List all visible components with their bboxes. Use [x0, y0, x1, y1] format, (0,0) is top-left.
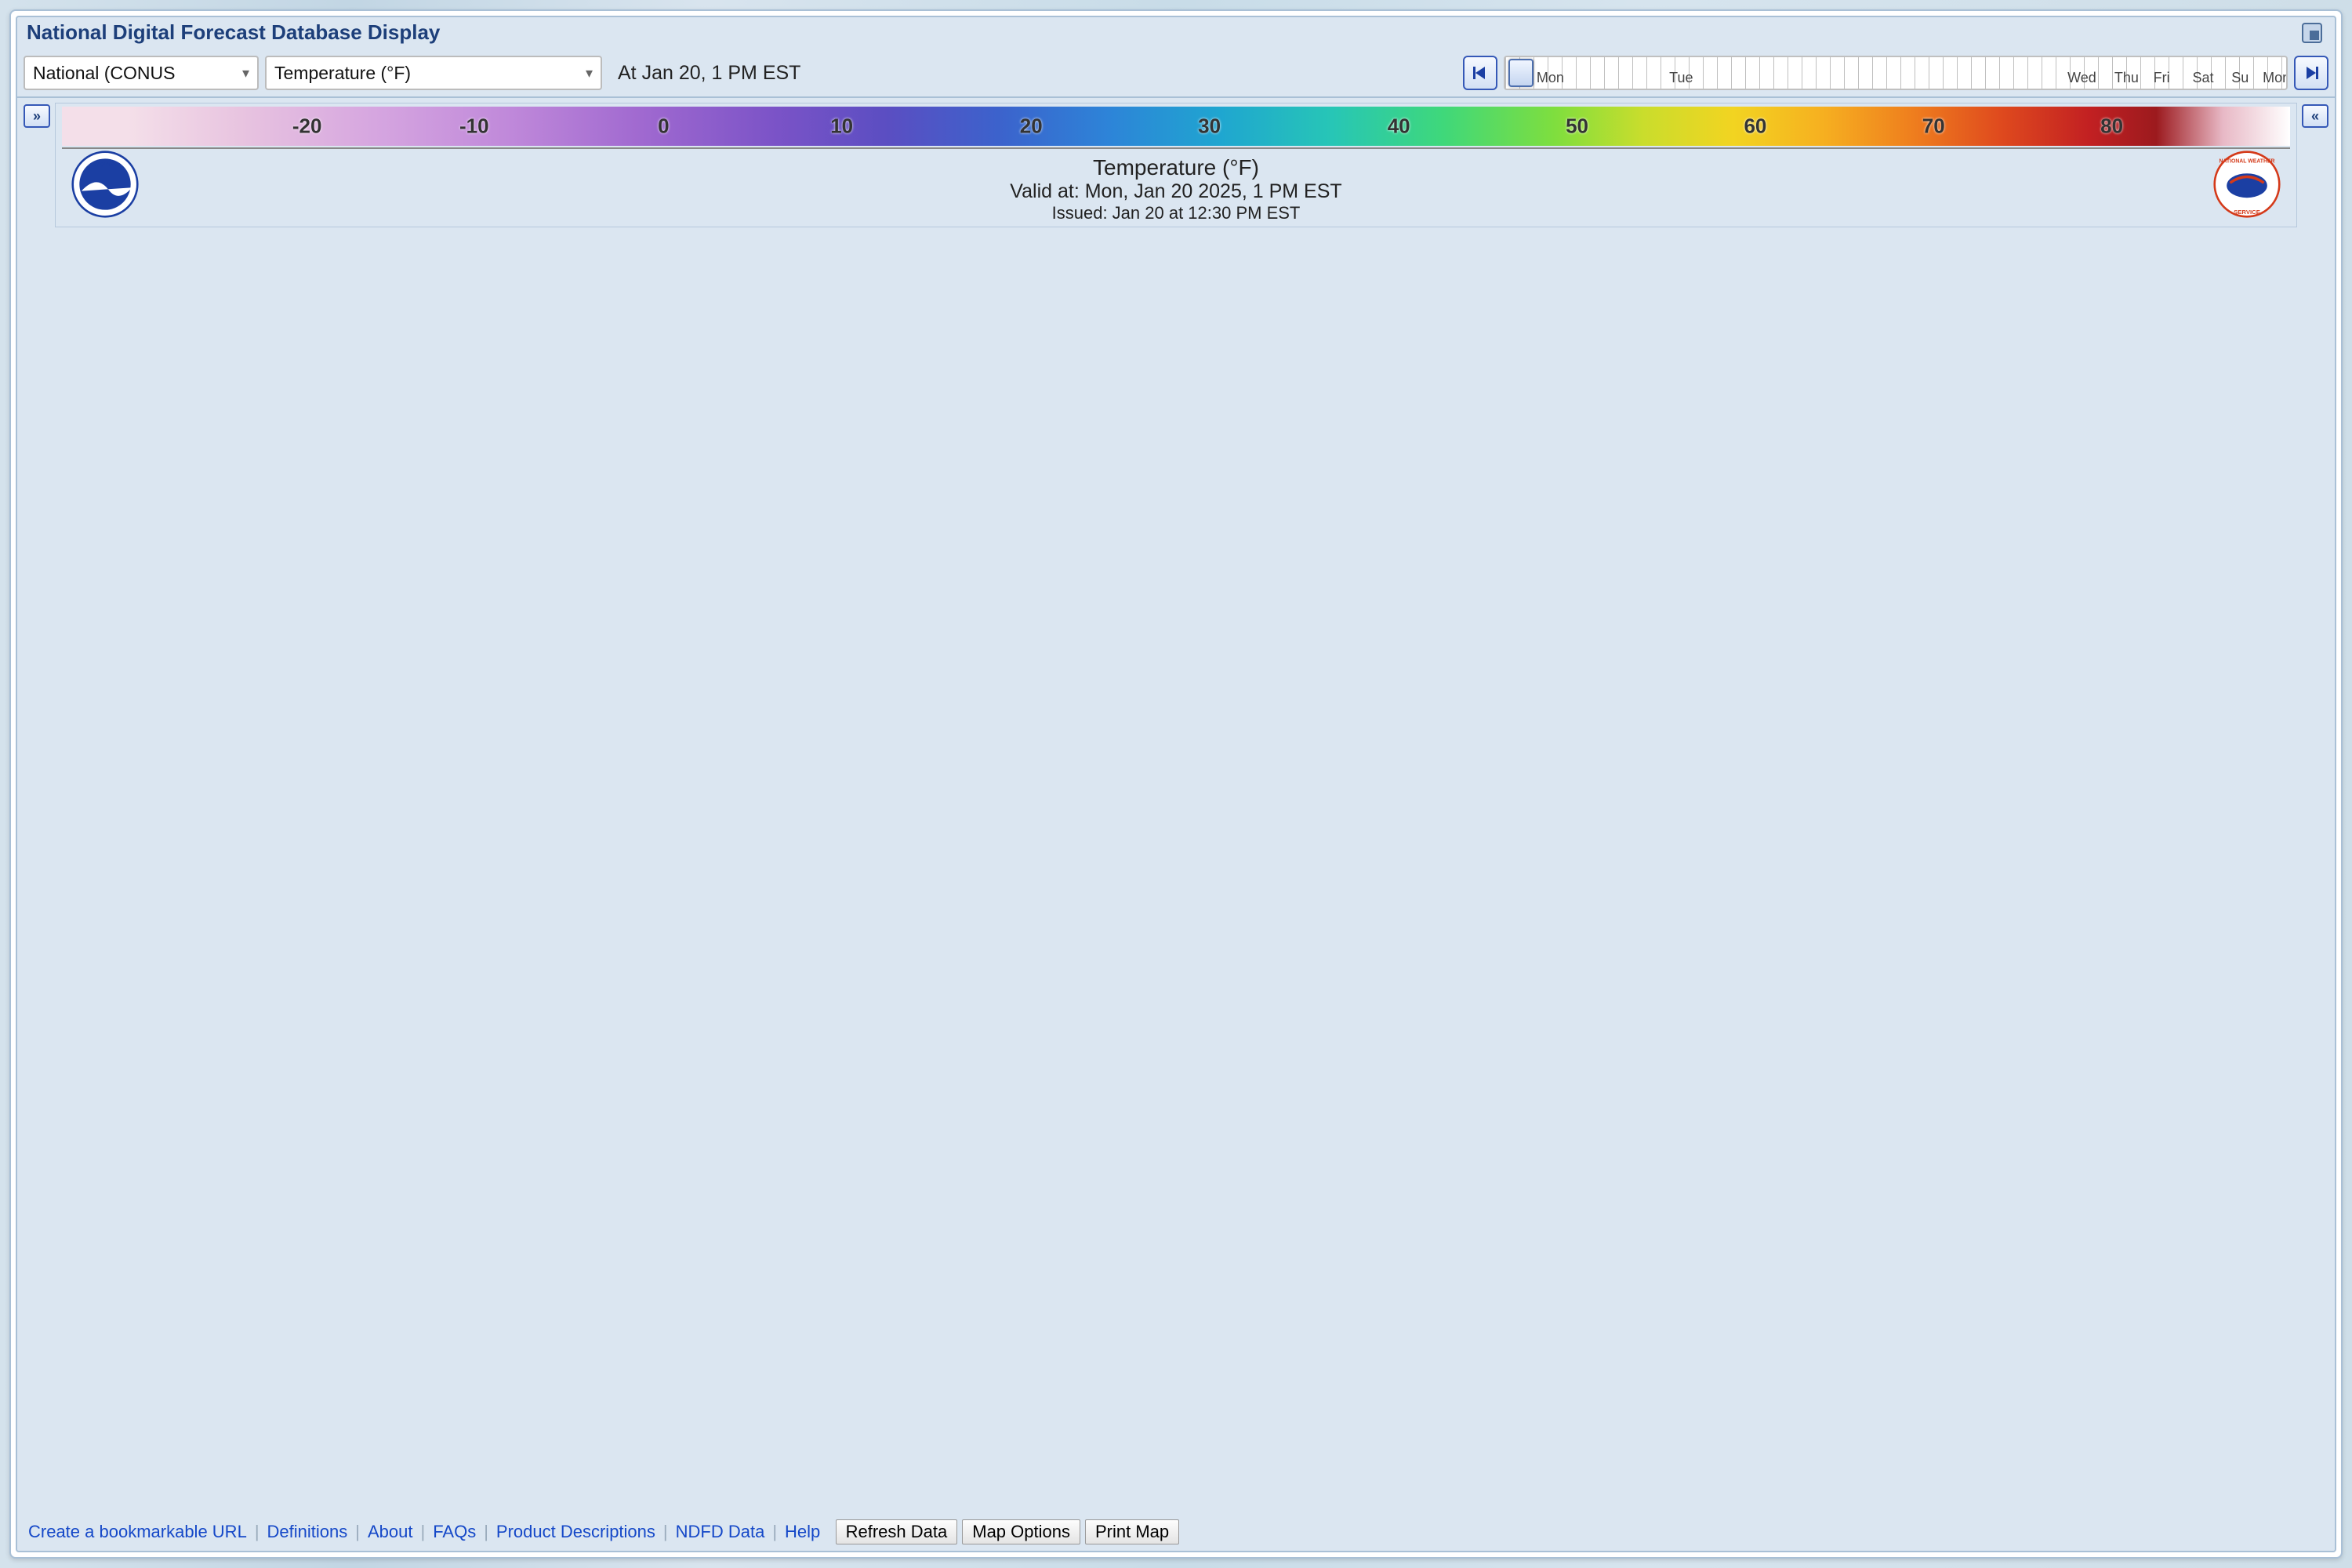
map-area: -20 -10 0 10 20 30 40 50 60 70 80 — [55, 103, 2297, 227]
region-select-value: National (CONUS — [33, 63, 176, 84]
colorbar-tick: -10 — [459, 114, 489, 139]
expand-left-panel-button[interactable]: » — [24, 104, 50, 128]
definitions-link[interactable]: Definitions — [264, 1522, 351, 1542]
slider-day-label: Wed — [2067, 70, 2096, 86]
print-map-button[interactable]: Print Map — [1085, 1519, 1179, 1544]
field-select[interactable]: Temperature (°F) ▾ — [265, 56, 602, 90]
colorbar-tick: 20 — [1020, 114, 1043, 139]
field-select-value: Temperature (°F) — [274, 63, 411, 84]
colorbar-tick: 30 — [1198, 114, 1221, 139]
chevron-down-icon: ▾ — [242, 65, 249, 82]
ndfd-data-link[interactable]: NDFD Data — [673, 1522, 768, 1542]
temperature-colorbar: -20 -10 0 10 20 30 40 50 60 70 80 — [62, 107, 2290, 146]
colorbar-tick: -20 — [292, 114, 322, 139]
slider-day-label: Mon — [1537, 70, 1564, 86]
colorbar-tick: 80 — [2100, 114, 2123, 139]
slider-thumb[interactable] — [1508, 59, 1534, 87]
faqs-link[interactable]: FAQs — [430, 1522, 479, 1542]
about-link[interactable]: About — [365, 1522, 416, 1542]
colorbar-tick: 10 — [830, 114, 853, 139]
nws-logo-icon: NATIONAL WEATHER SERVICE — [2213, 151, 2281, 218]
help-link[interactable]: Help — [782, 1522, 823, 1542]
region-select[interactable]: National (CONUS ▾ — [24, 56, 259, 90]
caption-valid-time: Valid at: Mon, Jan 20 2025, 1 PM EST — [56, 180, 2296, 203]
map-caption: NOAA NATIONAL WEATHER SERVICE Temperature… — [56, 149, 2296, 227]
expand-right-panel-button[interactable]: « — [2302, 104, 2328, 128]
map-options-button[interactable]: Map Options — [962, 1519, 1080, 1544]
slider-day-label: Sat — [2192, 70, 2213, 86]
colorbar-tick: 70 — [1922, 114, 1945, 139]
caption-issued-time: Issued: Jan 20 at 12:30 PM EST — [56, 203, 2296, 223]
restore-window-icon[interactable] — [2302, 23, 2322, 43]
chevron-down-icon: ▾ — [586, 65, 593, 82]
bookmark-link[interactable]: Create a bookmarkable URL — [25, 1522, 250, 1542]
svg-text:SERVICE: SERVICE — [2234, 209, 2260, 216]
svg-text:NATIONAL WEATHER: NATIONAL WEATHER — [2219, 158, 2274, 164]
slider-day-label: Mon — [2263, 70, 2288, 86]
slider-day-label: Su — [2231, 70, 2249, 86]
slider-day-label: Fri — [2154, 70, 2170, 86]
time-slider[interactable]: Mon Tue Wed Thu Fri Sat Su Mon — [1504, 56, 2288, 90]
toolbar: National (CONUS ▾ Temperature (°F) ▾ At … — [17, 53, 2335, 98]
slider-day-label: Tue — [1669, 70, 1693, 86]
app-title: National Digital Forecast Database Displ… — [27, 20, 440, 45]
slider-day-label: Thu — [2114, 70, 2139, 86]
svg-text:NOAA: NOAA — [94, 161, 116, 169]
colorbar-tick: 60 — [1744, 114, 1766, 139]
refresh-data-button[interactable]: Refresh Data — [836, 1519, 958, 1544]
step-forward-button[interactable] — [2294, 56, 2328, 90]
colorbar-tick: 40 — [1388, 114, 1410, 139]
noaa-logo-icon: NOAA — [71, 151, 139, 218]
valid-time-label: At Jan 20, 1 PM EST — [618, 62, 800, 85]
product-descriptions-link[interactable]: Product Descriptions — [493, 1522, 659, 1542]
colorbar-tick: 0 — [658, 114, 669, 139]
footer-linkbar: Create a bookmarkable URL| Definitions| … — [17, 1515, 2335, 1551]
step-back-button[interactable] — [1463, 56, 1497, 90]
caption-variable: Temperature (°F) — [56, 155, 2296, 180]
colorbar-tick: 50 — [1566, 114, 1588, 139]
